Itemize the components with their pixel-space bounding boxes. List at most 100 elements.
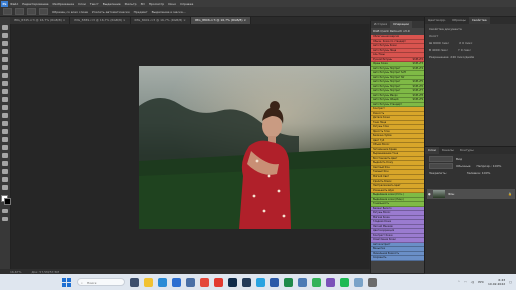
type-tool-icon[interactable] (2, 145, 8, 150)
clock[interactable]: 6:43 10.02.2022 (488, 278, 505, 286)
opacity-field[interactable]: Непрозр.: 100% (477, 164, 502, 168)
tab-actions[interactable]: Операции (390, 21, 412, 28)
taskbar-search-input[interactable]: ⌕ Поиск (77, 278, 125, 286)
right-panels: Цветокорр. Образцы Свойства Свойства док… (424, 17, 516, 274)
action-set-title[interactable]: RGB Quick Retouch v3.0 (371, 28, 425, 35)
menu-layers[interactable]: Слои (78, 2, 86, 6)
tab-properties[interactable]: Свойства (468, 17, 490, 24)
tab-channels[interactable]: Каналы (439, 147, 457, 154)
spotify-icon[interactable] (340, 277, 349, 287)
shape-tool-icon[interactable] (2, 161, 8, 166)
yandex-icon[interactable] (214, 277, 223, 287)
lightroom-icon[interactable] (242, 277, 251, 287)
menu-help[interactable]: Справка (180, 2, 193, 6)
visibility-eye-icon[interactable]: ● (428, 192, 431, 196)
x-field[interactable]: X 0 пикс (459, 41, 472, 45)
chrome-icon[interactable] (200, 277, 209, 287)
blend-mode-select[interactable] (429, 162, 453, 169)
menu-3d[interactable]: 3D (141, 2, 145, 6)
quick-mask-icon[interactable] (2, 209, 8, 213)
document-size[interactable]: Док: 57,5M/57,5M (31, 270, 59, 274)
tab-document-3[interactable]: IMG_8401.cr3 @ 16,7% (RGB/8) × (130, 17, 191, 24)
brush-tool-icon[interactable] (2, 81, 8, 86)
store-icon[interactable] (186, 277, 195, 287)
width-field[interactable]: Ш 6000 пикс (429, 41, 449, 45)
add-selection-button[interactable] (27, 8, 36, 15)
move-tool-icon[interactable] (2, 25, 8, 30)
menu-file[interactable]: Файл (10, 2, 18, 6)
screen-mode-icon[interactable] (2, 217, 8, 221)
select-and-mask-button[interactable]: Выделение и маска... (152, 10, 186, 14)
gradient-tool-icon[interactable] (2, 113, 8, 118)
vk-icon[interactable] (298, 277, 307, 287)
healing-brush-tool-icon[interactable] (2, 73, 8, 78)
action-item-shortcut: Shift+F8 (412, 93, 423, 97)
whatsapp-icon[interactable] (312, 277, 321, 287)
action-item-shortcut: Shift+F7 (412, 89, 423, 93)
tab-swatches[interactable]: Образцы (449, 17, 469, 24)
menu-type[interactable]: Текст (90, 2, 99, 6)
telegram-icon[interactable] (256, 277, 265, 287)
tab-paths[interactable]: Контуры (457, 147, 477, 154)
auto-enhance-checkbox[interactable]: Усилить автоматически (92, 10, 130, 14)
quick-select-tool-icon[interactable] (2, 49, 8, 54)
language-indicator[interactable]: РУС (478, 280, 484, 284)
crop-tool-icon[interactable] (2, 57, 8, 62)
menu-filter[interactable]: Фильтр (125, 2, 137, 6)
y-field[interactable]: Y 0 пикс (458, 48, 471, 52)
select-subject-button[interactable]: Предмет (134, 10, 148, 14)
tab-history[interactable]: История (371, 21, 390, 28)
background-color-swatch[interactable] (4, 198, 11, 205)
new-selection-button[interactable] (15, 8, 24, 15)
sample-all-layers-checkbox[interactable]: Образец со всех слоев (52, 10, 88, 14)
action-item-label: Мягкий Свет (373, 174, 390, 178)
history-brush-tool-icon[interactable] (2, 97, 8, 102)
volume-icon[interactable]: ◁) (471, 280, 474, 284)
layer-filter-select[interactable] (429, 155, 453, 162)
excel-icon[interactable] (284, 277, 293, 287)
lasso-tool-icon[interactable] (2, 41, 8, 46)
layer-row-background[interactable]: ● Фон 🔒 (427, 189, 515, 199)
menu-window[interactable]: Окно (168, 2, 176, 6)
edge-icon[interactable] (158, 277, 167, 287)
path-select-tool-icon[interactable] (2, 153, 8, 158)
menu-image[interactable]: Изображение (52, 2, 74, 6)
network-icon[interactable]: ◠ (464, 280, 467, 284)
tab-document-2[interactable]: IMG_8389.cr3 @ 16,7% (RGB/8) × (70, 17, 131, 24)
windows-start-icon[interactable] (62, 277, 71, 287)
tab-adjustments[interactable]: Цветокорр. (425, 17, 449, 24)
zoom-level[interactable]: 16,67% (10, 270, 21, 274)
zoom-tool-icon[interactable] (2, 177, 8, 182)
notification-icon[interactable]: ▢ (509, 280, 512, 284)
menu-select[interactable]: Выделение (103, 2, 121, 6)
dodge-tool-icon[interactable] (2, 129, 8, 134)
task-view-icon[interactable] (130, 277, 139, 287)
marquee-tool-icon[interactable] (2, 33, 8, 38)
settings-icon[interactable] (368, 277, 377, 287)
chevron-up-icon[interactable]: ⌃ (458, 280, 461, 284)
clone-stamp-tool-icon[interactable] (2, 89, 8, 94)
photoshop-icon[interactable] (228, 277, 237, 287)
tab-layers[interactable]: Слои (425, 147, 439, 154)
eyedropper-tool-icon[interactable] (2, 65, 8, 70)
pen-tool-icon[interactable] (2, 137, 8, 142)
viber-icon[interactable] (326, 277, 335, 287)
file-explorer-icon[interactable] (144, 277, 153, 287)
mail-icon[interactable] (172, 277, 181, 287)
menu-view[interactable]: Просмотр (149, 2, 164, 6)
word-icon[interactable] (270, 277, 279, 287)
tool-preset-picker[interactable] (3, 8, 12, 15)
tab-document-active[interactable]: IMG_8806.cr3 @ 16,7% (RGB/8) × (190, 17, 252, 24)
blur-tool-icon[interactable] (2, 121, 8, 126)
fill-field[interactable]: Заливка: 100% (467, 171, 491, 175)
more-tools-icon[interactable] (2, 185, 8, 190)
notepad-icon[interactable] (354, 277, 363, 287)
brush-size-picker[interactable] (39, 8, 48, 15)
eraser-tool-icon[interactable] (2, 105, 8, 110)
tab-document-1[interactable]: IMG_8345.cr3 @ 16,7% (RGB/8) × (10, 17, 71, 24)
height-field[interactable]: В 4000 пикс (429, 48, 448, 52)
menu-edit[interactable]: Редактирование (22, 2, 48, 6)
hand-tool-icon[interactable] (2, 169, 8, 174)
document-canvas-photo[interactable] (139, 66, 370, 229)
action-item[interactable]: Сохранить (371, 256, 425, 261)
